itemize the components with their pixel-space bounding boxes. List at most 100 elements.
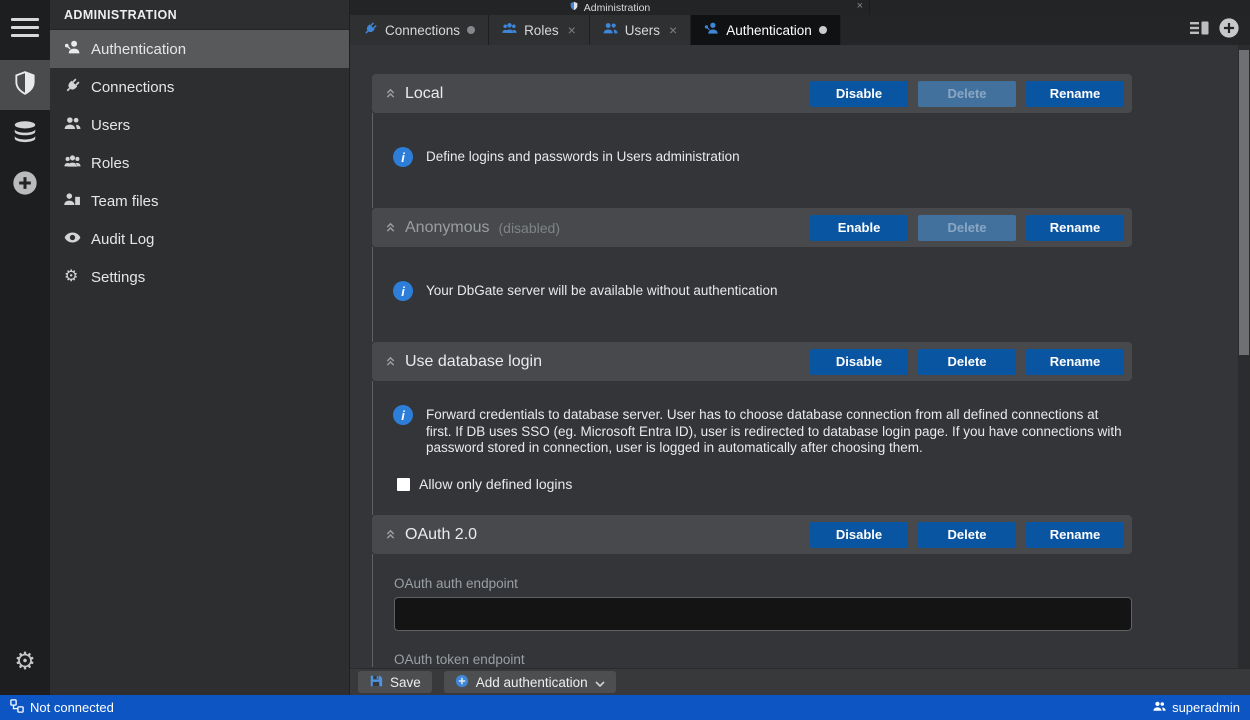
section-title: Local <box>405 85 443 103</box>
tab-label: Users <box>625 23 660 38</box>
section-title: Use database login <box>405 353 542 371</box>
oauth-auth-endpoint-input[interactable] <box>394 597 1132 631</box>
tab-label: Authentication <box>726 23 812 38</box>
tab-label: Connections <box>385 23 460 38</box>
section-header: Local Disable Delete Rename <box>372 74 1132 113</box>
sidebar-item-label: Team files <box>91 193 159 210</box>
users-icon <box>64 115 81 136</box>
tab-authentication[interactable]: Authentication <box>691 15 841 45</box>
authentication-panel: Local Disable Delete Rename i Define log… <box>350 45 1238 668</box>
sidebar-item-label: Connections <box>91 79 174 96</box>
info-row: i Define logins and passwords in Users a… <box>393 147 1132 167</box>
rename-button[interactable]: Rename <box>1026 349 1124 375</box>
panel-list-icon[interactable] <box>1190 20 1210 41</box>
sidebar-item-connections[interactable]: Connections <box>50 68 349 106</box>
tab-bar: Connections Roles × Users × <box>350 15 1250 45</box>
add-connection-button[interactable] <box>0 160 50 210</box>
rename-button[interactable]: Rename <box>1026 522 1124 548</box>
plus-circle-icon <box>11 169 39 202</box>
add-authentication-button[interactable]: Add authentication <box>444 671 616 693</box>
add-circle-icon[interactable] <box>1218 17 1240 44</box>
sidebar-item-label: Audit Log <box>91 231 154 248</box>
delete-button[interactable]: Delete <box>918 215 1016 241</box>
delete-button[interactable]: Delete <box>918 81 1016 107</box>
section-body: i Your DbGate server will be available w… <box>372 247 1132 342</box>
sidebar-item-audit-log[interactable]: Audit Log <box>50 220 349 258</box>
collapse-chevrons-icon[interactable] <box>385 355 396 368</box>
sidebar-item-settings[interactable]: ⚙ Settings <box>50 258 349 296</box>
auth-section-oauth: OAuth 2.0 Disable Delete Rename OAuth au… <box>372 515 1132 667</box>
users-icon <box>603 21 618 39</box>
database-nav-button[interactable] <box>0 110 50 160</box>
tab-group-header[interactable]: Administration × <box>350 0 870 15</box>
section-title: Anonymous <box>405 219 490 237</box>
delete-button[interactable]: Delete <box>918 349 1016 375</box>
sidebar-item-label: Settings <box>91 269 145 286</box>
sidebar-item-authentication[interactable]: Authentication <box>50 30 349 68</box>
disable-button[interactable]: Disable <box>810 81 908 107</box>
administration-nav-button[interactable] <box>0 60 50 110</box>
database-icon <box>12 120 38 151</box>
logged-in-user[interactable]: superadmin <box>1153 700 1240 716</box>
auth-section-database-login: Use database login Disable Delete Rename… <box>372 342 1132 515</box>
modified-dot-icon <box>467 26 475 34</box>
section-disabled-suffix: (disabled) <box>499 220 560 236</box>
sidebar-item-team-files[interactable]: Team files <box>50 182 349 220</box>
enable-button[interactable]: Enable <box>810 215 908 241</box>
collapse-chevrons-icon[interactable] <box>385 528 396 541</box>
rename-button[interactable]: Rename <box>1026 81 1124 107</box>
section-body: i Define logins and passwords in Users a… <box>372 113 1132 208</box>
connection-status[interactable]: Not connected <box>10 699 114 716</box>
tab-label: Roles <box>524 23 559 38</box>
section-title: OAuth 2.0 <box>405 526 477 544</box>
info-row: i Forward credentials to database server… <box>393 405 1132 457</box>
users-icon <box>1153 700 1166 716</box>
checkbox-label: Allow only defined logins <box>419 476 572 492</box>
checkbox-unchecked-icon[interactable] <box>397 478 410 491</box>
disable-button[interactable]: Disable <box>810 522 908 548</box>
save-button[interactable]: Save <box>358 671 432 693</box>
allow-only-defined-logins-checkbox[interactable]: Allow only defined logins <box>397 476 1132 492</box>
tab-connections[interactable]: Connections <box>350 15 489 45</box>
settings-gear-button[interactable]: ⚙ <box>0 637 50 687</box>
shield-icon <box>12 70 38 101</box>
delete-button[interactable]: Delete <box>918 522 1016 548</box>
auth-user-key-icon <box>704 21 719 39</box>
connection-status-label: Not connected <box>30 700 114 715</box>
gear-icon: ⚙ <box>64 269 81 285</box>
rename-button[interactable]: Rename <box>1026 215 1124 241</box>
app-root: ⚙ ADMINISTRATION Authentication Connecti… <box>0 0 1250 720</box>
sidebar-item-roles[interactable]: Roles <box>50 144 349 182</box>
add-circle-icon <box>455 674 469 691</box>
save-button-label: Save <box>390 675 421 690</box>
add-authentication-label: Add authentication <box>476 675 588 690</box>
hamburger-icon <box>11 13 39 42</box>
section-header: OAuth 2.0 Disable Delete Rename <box>372 515 1132 554</box>
info-text: Forward credentials to database server. … <box>426 405 1126 457</box>
vertical-scrollbar[interactable] <box>1238 45 1250 668</box>
tab-users[interactable]: Users × <box>590 15 691 45</box>
tab-group-titlebar: Administration × <box>350 0 1250 15</box>
info-icon: i <box>393 281 413 301</box>
section-body: i Forward credentials to database server… <box>372 381 1132 515</box>
sidebar-item-label: Authentication <box>91 41 186 58</box>
close-icon[interactable]: × <box>568 22 576 38</box>
auth-section-anonymous: Anonymous (disabled) Enable Delete Renam… <box>372 208 1132 342</box>
sidebar-item-users[interactable]: Users <box>50 106 349 144</box>
eye-icon <box>64 229 81 250</box>
info-row: i Your DbGate server will be available w… <box>393 281 1132 301</box>
info-text: Define logins and passwords in Users adm… <box>426 147 740 166</box>
close-icon[interactable]: × <box>857 0 863 12</box>
tab-roles[interactable]: Roles × <box>489 15 590 45</box>
plug-icon <box>64 77 81 98</box>
chevron-down-icon <box>595 675 605 690</box>
menu-button[interactable] <box>0 2 50 52</box>
collapse-chevrons-icon[interactable] <box>385 87 396 100</box>
collapse-chevrons-icon[interactable] <box>385 221 396 234</box>
logged-in-user-label: superadmin <box>1172 700 1240 715</box>
auth-section-local: Local Disable Delete Rename i Define log… <box>372 74 1132 208</box>
close-icon[interactable]: × <box>669 22 677 38</box>
disable-button[interactable]: Disable <box>810 349 908 375</box>
scrollbar-thumb[interactable] <box>1239 50 1249 355</box>
team-files-icon <box>64 191 81 212</box>
